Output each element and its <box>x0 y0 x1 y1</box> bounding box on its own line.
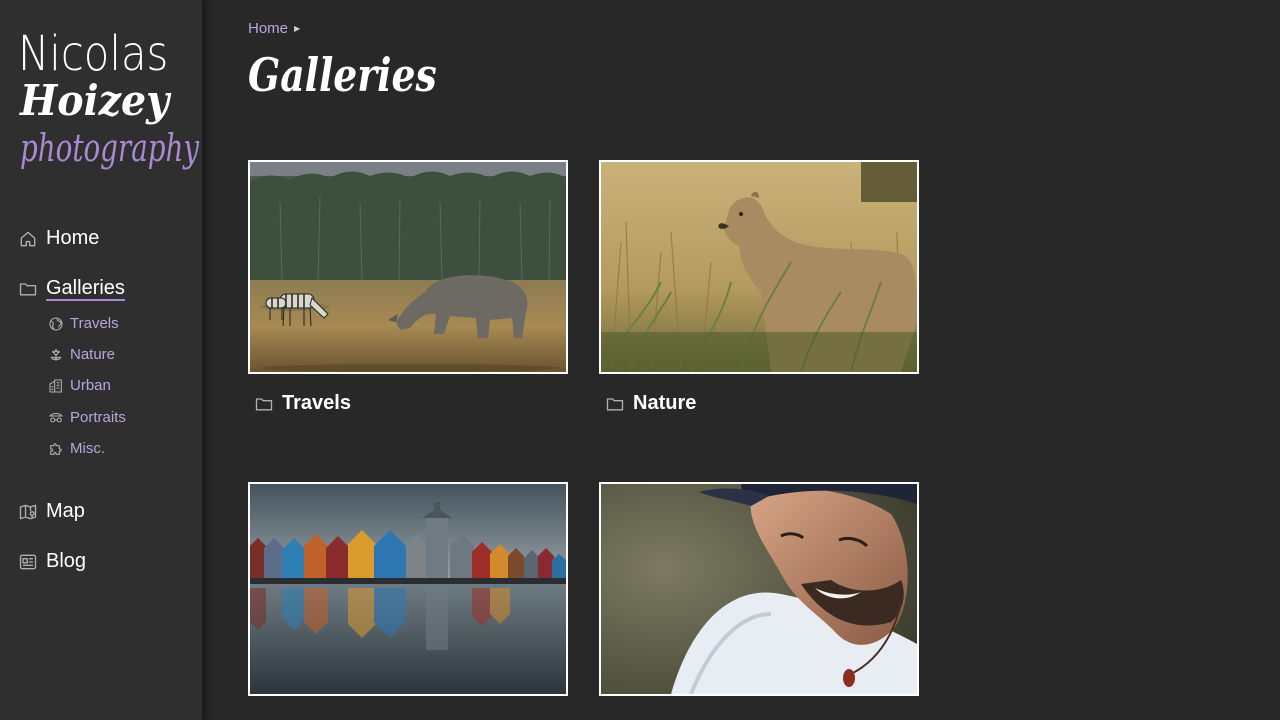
sidebar-subitem-label: Portraits <box>70 409 126 426</box>
gallery-card-urban[interactable] <box>248 482 568 696</box>
sidebar-subitem-label: Nature <box>70 346 116 363</box>
gallery-card-nature[interactable]: Nature <box>599 160 919 415</box>
gallery-thumbnail-lioness <box>599 160 919 374</box>
sidebar-item-label: Map <box>46 500 85 522</box>
sidebar-item-label: Blog <box>46 550 87 572</box>
globe-icon <box>48 316 64 332</box>
sidebar-item-blog[interactable]: Blog <box>18 550 86 573</box>
sidebar-subitem-label: Misc. <box>70 440 105 457</box>
logo-name-last: Hoizey <box>20 76 170 125</box>
gallery-card-label: Travels <box>282 392 351 414</box>
sidebar-subitem-urban[interactable]: Urban <box>48 377 111 394</box>
gallery-card-portraits[interactable] <box>599 482 919 696</box>
logo-tagline: photography <box>20 126 200 170</box>
gallery-thumbnail-smiling-man <box>599 482 919 696</box>
sidebar-subitem-label: Urban <box>70 377 111 394</box>
gallery-card-label: Nature <box>633 392 697 414</box>
breadcrumb: Home ▶ <box>248 20 300 37</box>
breadcrumb-separator-icon: ▶ <box>294 24 301 33</box>
sidebar-item-label: Home <box>46 227 100 249</box>
news-icon <box>18 552 38 572</box>
sidebar-subitem-misc[interactable]: Misc. <box>48 440 105 457</box>
gallery-card-travels[interactable]: Travels <box>248 160 568 415</box>
gallery-card-title: Nature <box>605 392 919 415</box>
sidebar-subitem-travels[interactable]: Travels <box>48 315 119 332</box>
sidebar-item-label: Galleries <box>46 277 125 301</box>
folder-icon <box>18 279 38 299</box>
gallery-thumbnail-colorful-houses <box>248 482 568 696</box>
gallery-card-title: Travels <box>254 392 568 415</box>
logo-name-first: Nicolas <box>18 26 169 82</box>
disguise-icon <box>48 410 64 426</box>
puzzle-icon <box>48 441 64 457</box>
site-logo[interactable]: Nicolas Hoizey photography <box>0 22 202 182</box>
home-icon <box>18 229 38 249</box>
sidebar-subitem-portraits[interactable]: Portraits <box>48 409 126 426</box>
folder-icon <box>254 394 274 414</box>
map-icon <box>18 502 38 522</box>
folder-icon <box>605 394 625 414</box>
sidebar-subitem-nature[interactable]: Nature <box>48 346 115 363</box>
breadcrumb-home-link[interactable]: Home <box>248 20 288 37</box>
sidebar-item-galleries[interactable]: Galleries <box>18 277 125 301</box>
gallery-thumbnail-rhino-zebras <box>248 160 568 374</box>
page-title: Galleries <box>248 48 437 102</box>
sidebar-item-map[interactable]: Map <box>18 500 85 523</box>
main-content: Home ▶ Galleries Travels Nature <box>248 0 1280 720</box>
flower-icon <box>48 347 64 363</box>
buildings-icon <box>48 378 64 394</box>
sidebar: Nicolas Hoizey photography Home Gallerie… <box>0 0 204 720</box>
sidebar-subitem-label: Travels <box>70 315 119 332</box>
sidebar-item-home[interactable]: Home <box>18 227 99 250</box>
